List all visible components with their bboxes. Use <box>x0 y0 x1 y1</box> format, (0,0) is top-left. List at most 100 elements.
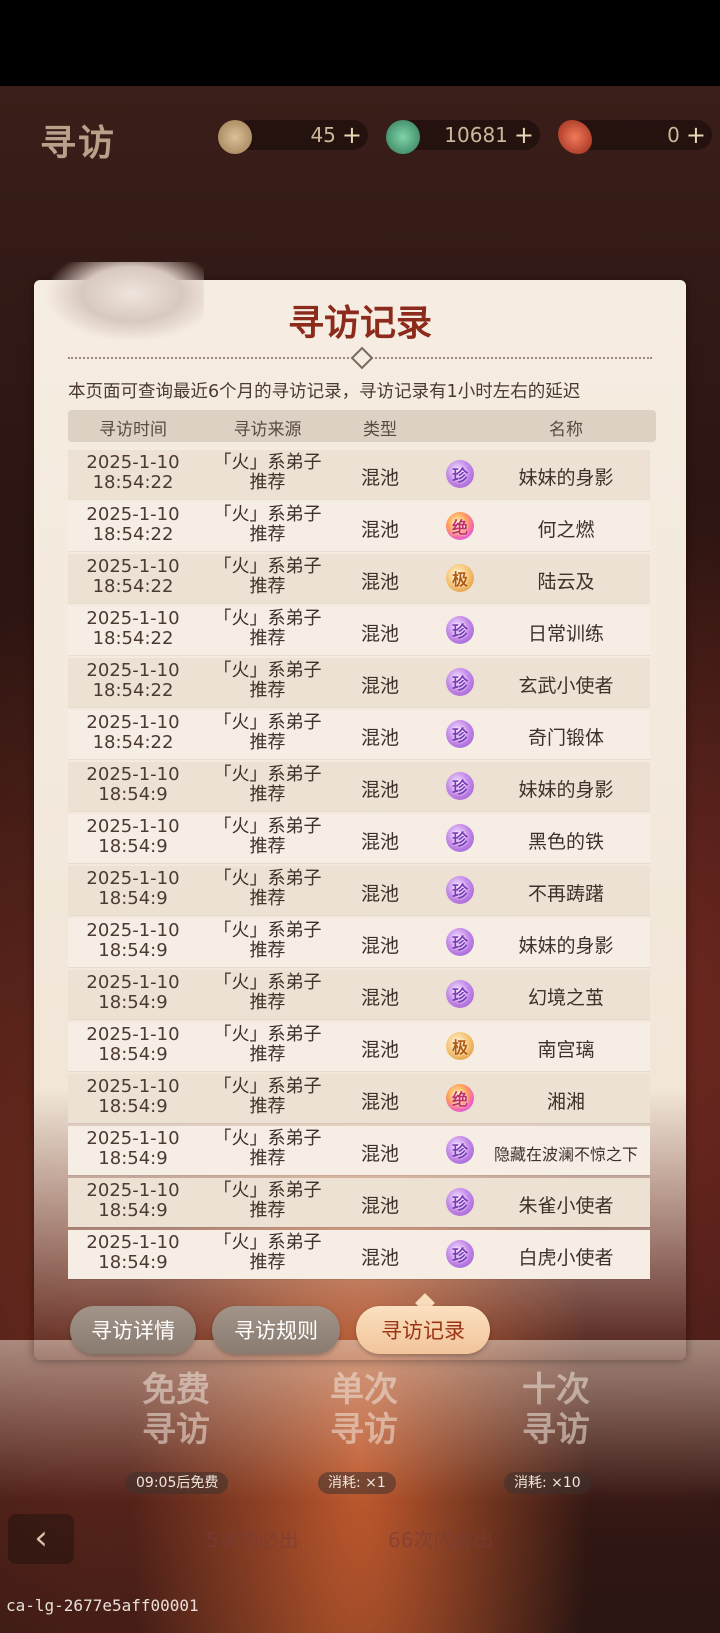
record-date: 2025-1-10 <box>86 660 180 681</box>
record-source-line2: 推荐 <box>249 784 286 805</box>
record-time: 2025-1-10 18:54:9 <box>68 921 198 961</box>
table-row: 2025-1-10 18:54:22 「火」系弟子 推荐 混池珍妹妹的身影 <box>68 450 650 499</box>
rarity-badge-icon: 绝 <box>446 1084 474 1112</box>
table-row: 2025-1-10 18:54:9 「火」系弟子 推荐 混池绝湘湘 <box>68 1074 650 1123</box>
free-draw-label-top: 免费 <box>142 1370 210 1410</box>
record-source: 「火」系弟子 推荐 <box>200 765 335 805</box>
record-source-line1: 「火」系弟子 <box>213 1076 322 1097</box>
record-source: 「火」系弟子 推荐 <box>200 869 335 909</box>
guarantee-left: 5次内必出 <box>206 1528 299 1552</box>
record-date: 2025-1-10 <box>86 868 180 889</box>
ten-draw-button[interactable]: 十次 寻访 <box>490 1370 622 1480</box>
record-source-line1: 「火」系弟子 <box>213 816 322 837</box>
back-button[interactable]: ‹ <box>8 1514 74 1564</box>
record-source: 「火」系弟子 推荐 <box>200 921 335 961</box>
record-clock: 18:54:9 <box>98 1044 168 1065</box>
record-type: 混池 <box>360 623 399 645</box>
tab-rules[interactable]: 寻访规则 <box>212 1306 340 1354</box>
free-draw-label-bottom: 寻访 <box>142 1410 210 1450</box>
resource-value: 45 <box>310 123 336 147</box>
record-time: 2025-1-10 18:54:22 <box>68 453 198 493</box>
record-source-line2: 推荐 <box>249 940 286 961</box>
record-clock: 18:54:9 <box>98 940 168 961</box>
ten-draw-label-bottom: 寻访 <box>522 1410 590 1450</box>
record-time: 2025-1-10 18:54:9 <box>68 973 198 1013</box>
table-row: 2025-1-10 18:54:9 「火」系弟子 推荐 混池珍妹妹的身影 <box>68 762 650 811</box>
record-name: 玄武小使者 <box>518 675 614 697</box>
record-time: 2025-1-10 18:54:9 <box>68 869 198 909</box>
record-clock: 18:54:22 <box>92 628 174 649</box>
record-clock: 18:54:22 <box>92 576 174 597</box>
tab-details[interactable]: 寻访详情 <box>70 1306 196 1354</box>
rarity-badge-icon: 珍 <box>446 824 474 852</box>
rarity-badge-icon: 绝 <box>446 512 474 540</box>
record-source: 「火」系弟子 推荐 <box>200 609 335 649</box>
add-icon[interactable]: + <box>514 123 534 147</box>
record-source: 「火」系弟子 推荐 <box>200 1077 335 1117</box>
record-source-line2: 推荐 <box>249 732 286 753</box>
record-source-line2: 推荐 <box>249 836 286 857</box>
guarantee-right: 66次内必出 <box>388 1528 494 1552</box>
record-date: 2025-1-10 <box>86 712 180 733</box>
record-name: 南宫璃 <box>537 1039 595 1061</box>
single-draw-caption: 消耗: ×1 <box>318 1472 396 1494</box>
record-date: 2025-1-10 <box>86 816 180 837</box>
ten-draw-label-top: 十次 <box>522 1370 590 1410</box>
record-source-line1: 「火」系弟子 <box>213 608 322 629</box>
record-date: 2025-1-10 <box>86 972 180 993</box>
back-arrow-icon: ‹ <box>34 1518 48 1558</box>
header-bar: 寻访 45 + 10681 + 0 + <box>0 108 720 168</box>
record-clock: 18:54:9 <box>98 888 168 909</box>
record-source: 「火」系弟子 推荐 <box>200 713 335 753</box>
rarity-badge-icon: 珍 <box>446 616 474 644</box>
rarity-badge-icon: 珍 <box>446 668 474 696</box>
record-name: 白虎小使者 <box>518 1247 614 1269</box>
record-source-line1: 「火」系弟子 <box>213 452 322 473</box>
record-source: 「火」系弟子 推荐 <box>200 1181 335 1221</box>
record-date: 2025-1-10 <box>86 452 180 473</box>
record-type: 混池 <box>360 1195 399 1217</box>
record-name: 妹妹的身影 <box>518 467 614 489</box>
table-row: 2025-1-10 18:54:9 「火」系弟子 推荐 混池珍隐藏在波澜不惊之下 <box>68 1126 650 1175</box>
free-draw-button[interactable]: 免费 寻访 <box>110 1370 242 1480</box>
record-type: 混池 <box>360 675 399 697</box>
dialog-title: 寻访记录 <box>287 302 432 344</box>
rarity-badge-icon: 珍 <box>446 980 474 1008</box>
record-name: 妹妹的身影 <box>518 779 614 801</box>
record-source-line1: 「火」系弟子 <box>213 504 322 525</box>
tab-records[interactable]: 寻访记录 <box>356 1306 490 1354</box>
record-clock: 18:54:22 <box>92 472 174 493</box>
record-name: 隐藏在波澜不惊之下 <box>493 1145 638 1164</box>
record-source-line1: 「火」系弟子 <box>213 868 322 889</box>
add-icon[interactable]: + <box>686 123 706 147</box>
record-date: 2025-1-10 <box>86 920 180 941</box>
single-draw-label-top: 单次 <box>330 1370 398 1410</box>
table-row: 2025-1-10 18:54:9 「火」系弟子 推荐 混池极南宫璃 <box>68 1022 650 1071</box>
record-type: 混池 <box>360 571 399 593</box>
record-date: 2025-1-10 <box>86 1024 180 1045</box>
record-clock: 18:54:22 <box>92 524 174 545</box>
record-source-line2: 推荐 <box>249 992 286 1013</box>
col-type: 类型 <box>363 420 397 440</box>
single-draw-button[interactable]: 单次 寻访 <box>298 1370 430 1480</box>
table-row: 2025-1-10 18:54:9 「火」系弟子 推荐 混池珍白虎小使者 <box>68 1230 650 1279</box>
record-source: 「火」系弟子 推荐 <box>200 453 335 493</box>
rarity-badge-icon: 珍 <box>446 460 474 488</box>
col-time: 寻访时间 <box>99 420 167 440</box>
record-source-line2: 推荐 <box>249 576 286 597</box>
rarity-badge-icon: 极 <box>446 1032 474 1060</box>
record-source-line2: 推荐 <box>249 680 286 701</box>
add-icon[interactable]: + <box>342 123 362 147</box>
resource-dice[interactable]: 45 + <box>232 120 368 150</box>
record-type: 混池 <box>360 1091 399 1113</box>
table-row: 2025-1-10 18:54:22 「火」系弟子 推荐 混池绝何之燃 <box>68 502 650 551</box>
record-list[interactable]: 2025-1-10 18:54:22 「火」系弟子 推荐 混池珍妹妹的身影 2025-1-… <box>68 450 650 1282</box>
record-type: 混池 <box>360 1039 399 1061</box>
record-name: 黑色的铁 <box>527 831 604 853</box>
table-row: 2025-1-10 18:54:22 「火」系弟子 推荐 混池珍日常训练 <box>68 606 650 655</box>
record-type: 混池 <box>360 467 399 489</box>
record-source-line2: 推荐 <box>249 1096 286 1117</box>
record-source-line1: 「火」系弟子 <box>213 1180 322 1201</box>
record-clock: 18:54:9 <box>98 784 168 805</box>
table-row: 2025-1-10 18:54:9 「火」系弟子 推荐 混池珍黑色的铁 <box>68 814 650 863</box>
